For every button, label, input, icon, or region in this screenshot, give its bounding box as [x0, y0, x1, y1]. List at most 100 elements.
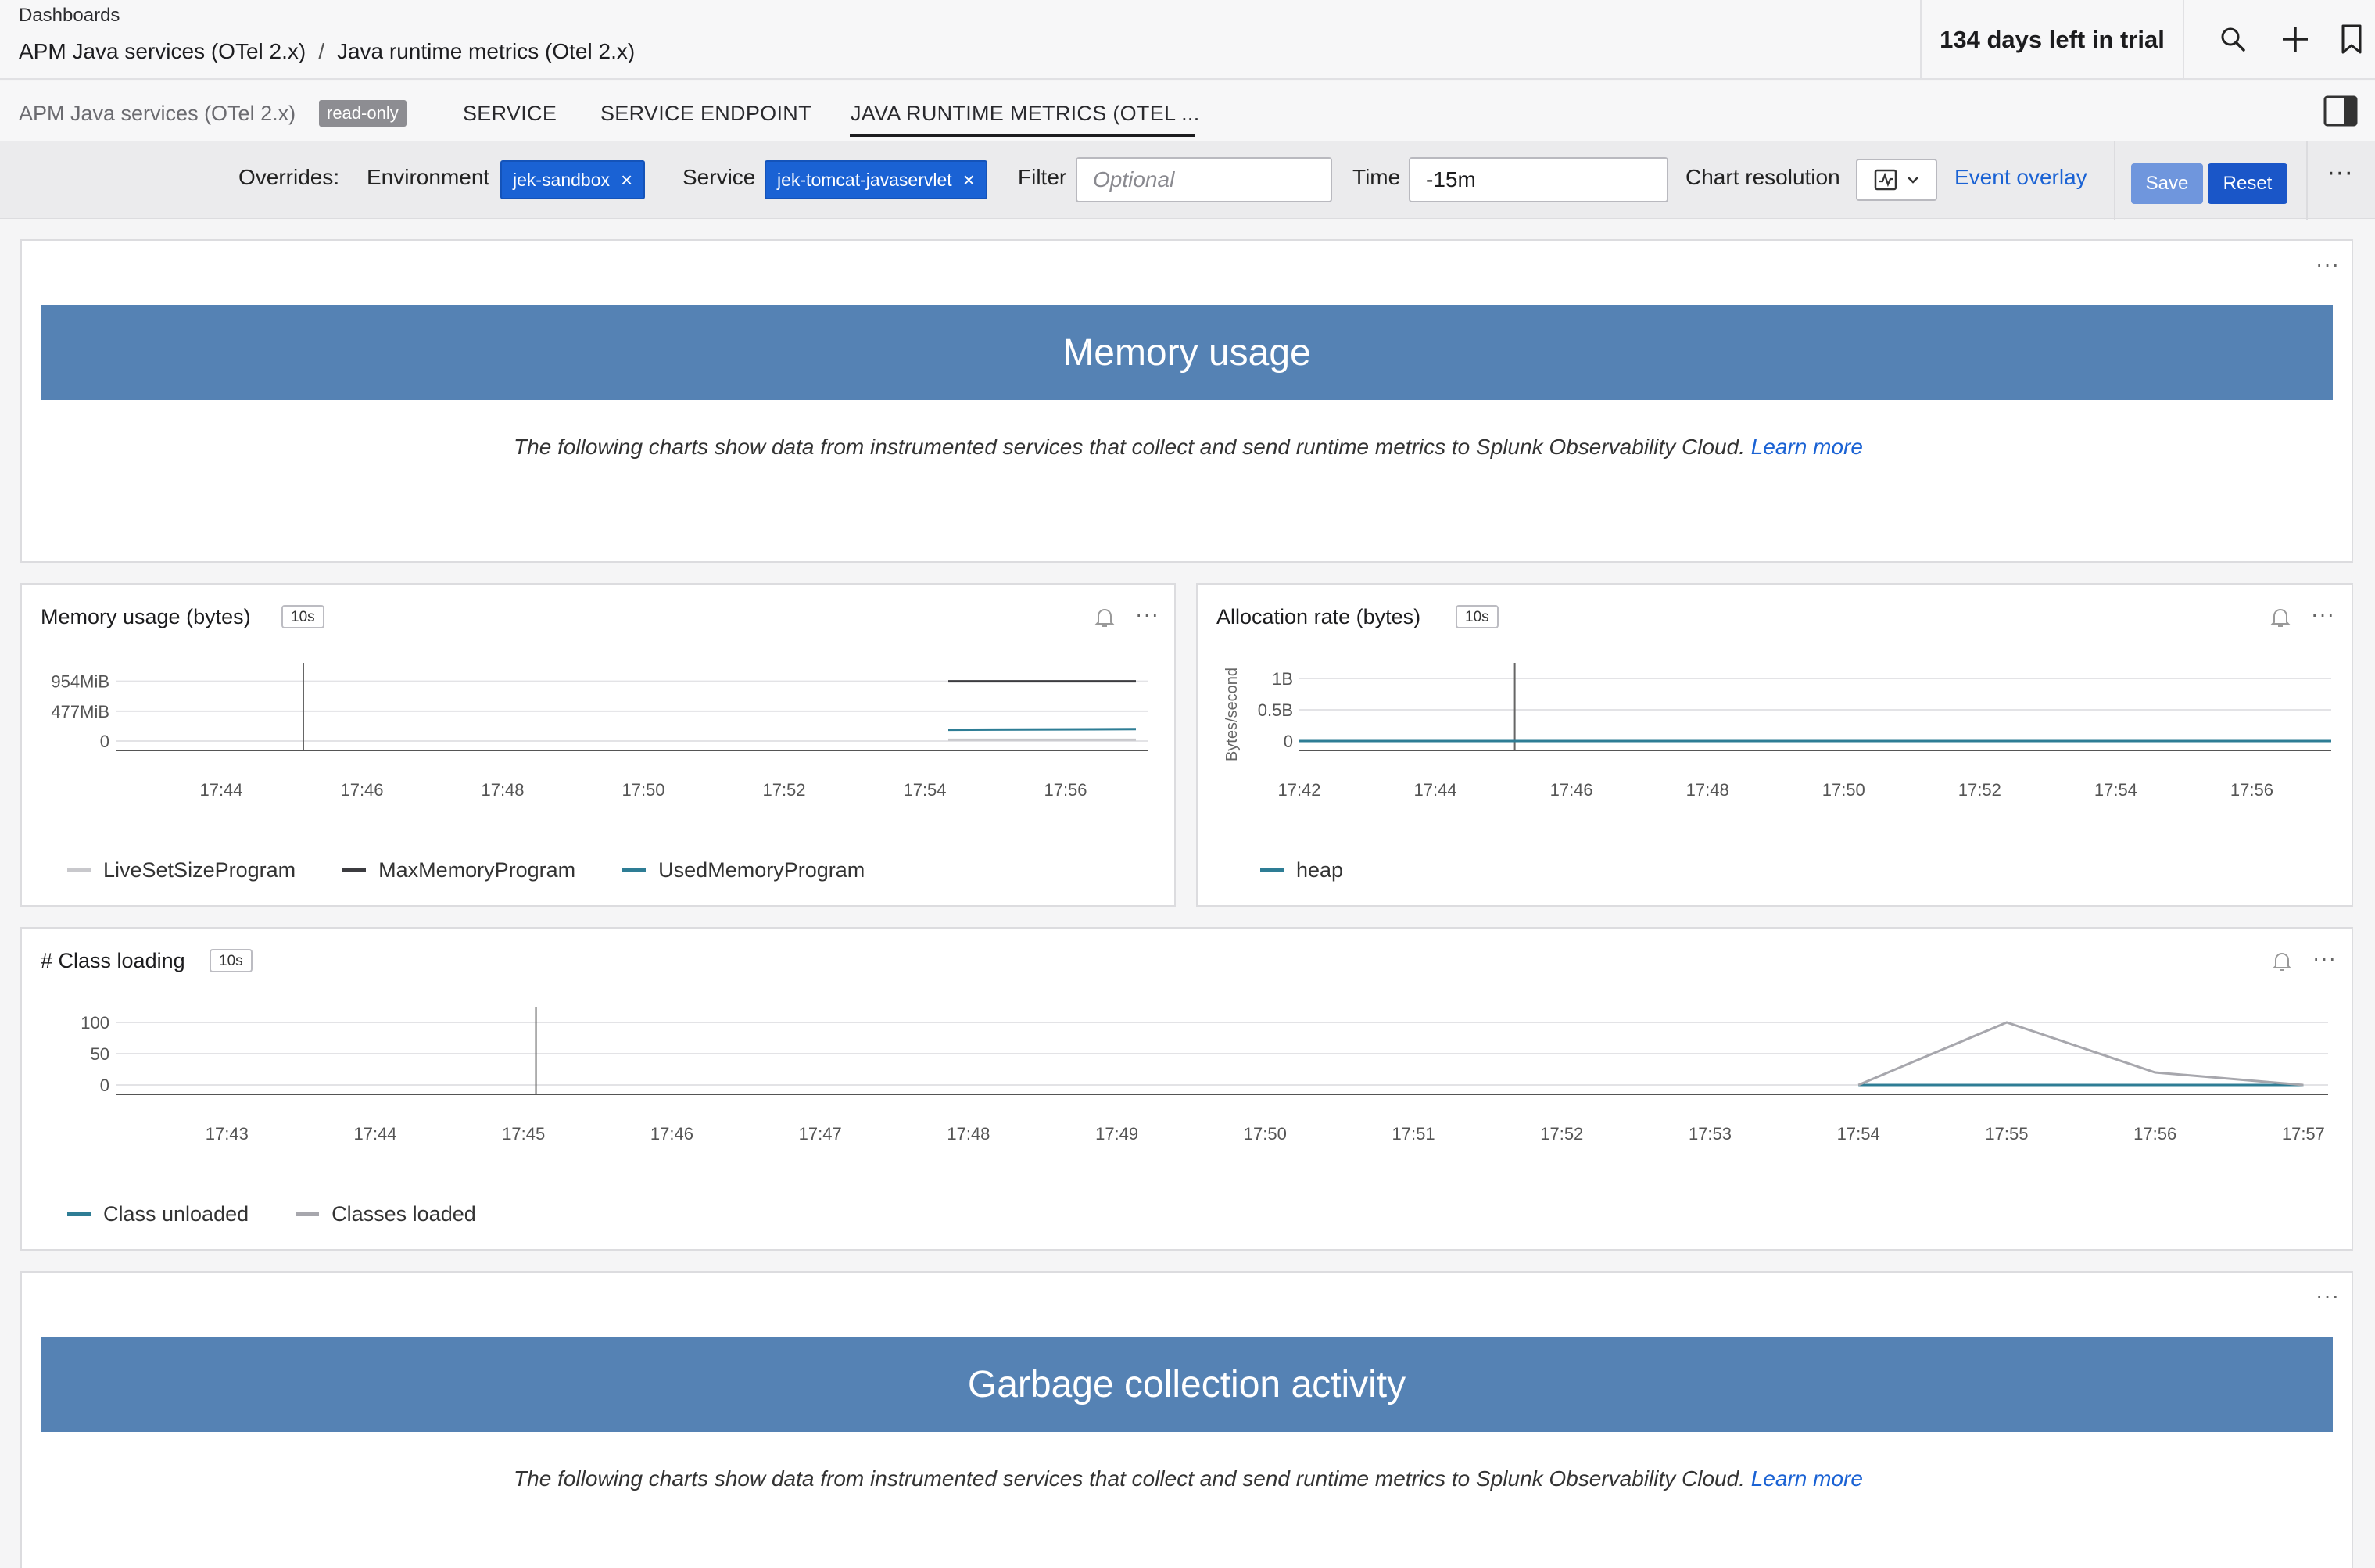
legend-swatch: [622, 868, 647, 872]
y-tick-label: 100: [81, 1013, 109, 1033]
chart-resolution-label: Chart resolution: [1685, 165, 1840, 189]
remove-environment-icon[interactable]: ×: [621, 168, 632, 192]
legend-label: Class unloaded: [103, 1202, 249, 1226]
tab-service[interactable]: SERVICE: [463, 102, 557, 126]
class-loading-plot: 0 50 100 17:43 17:44 17:45 17:46 17:47 17:48 17:4…: [81, 1007, 2328, 1144]
breadcrumb-separator: /: [318, 39, 324, 63]
learn-more-link[interactable]: Learn more: [1751, 435, 1863, 459]
search-icon[interactable]: [2211, 17, 2255, 61]
overrides-label: Overrides:: [238, 165, 340, 189]
legend-label: LiveSetSizeProgram: [103, 858, 296, 882]
chart-legend: Class unloaded Classes loaded: [67, 1202, 523, 1226]
tab-bar: APM Java services (OTel 2.x) read-only S…: [0, 81, 2375, 141]
x-tick-label: 17:43: [206, 1124, 249, 1144]
panel-more-icon[interactable]: ···: [2316, 252, 2340, 277]
dashboards-label[interactable]: Dashboards: [19, 5, 120, 27]
plus-icon[interactable]: [2273, 17, 2317, 61]
bookmark-icon[interactable]: [2334, 17, 2369, 61]
reset-button[interactable]: Reset: [2208, 163, 2287, 204]
remove-service-icon[interactable]: ×: [963, 168, 975, 192]
panel-more-icon[interactable]: ···: [2316, 1283, 2340, 1308]
filter-label: Filter: [1018, 165, 1067, 189]
x-tick-label: 17:48: [481, 780, 524, 800]
x-tick-label: 17:50: [1822, 780, 1865, 800]
legend-item[interactable]: Classes loaded: [296, 1202, 476, 1226]
legend-label: MaxMemoryProgram: [378, 858, 576, 882]
x-tick-label: 17:46: [650, 1124, 693, 1144]
legend-item[interactable]: UsedMemoryProgram: [622, 858, 865, 882]
legend-label: heap: [1296, 858, 1344, 882]
breadcrumb-group[interactable]: APM Java services (OTel 2.x): [19, 39, 306, 63]
x-tick-label: 17:56: [2133, 1124, 2176, 1144]
dashboard-group-name[interactable]: APM Java services (OTel 2.x): [19, 102, 296, 126]
y-tick-label: 0: [100, 732, 109, 751]
chart-resolution-select[interactable]: [1856, 159, 1937, 201]
alert-bell-icon[interactable]: [2272, 950, 2292, 976]
legend-item[interactable]: heap: [1260, 858, 1343, 882]
x-tick-label: 17:54: [1837, 1124, 1880, 1144]
x-tick-label: 17:54: [903, 780, 946, 800]
environment-value: jek-sandbox: [513, 169, 611, 190]
x-tick-label: 17:53: [1689, 1124, 1732, 1144]
x-tick-label: 17:54: [2094, 780, 2137, 800]
chart-more-icon[interactable]: ···: [2312, 946, 2337, 971]
more-options-icon[interactable]: ···: [2314, 157, 2366, 196]
x-tick-label: 17:52: [1958, 780, 2001, 800]
x-tick-label: 17:50: [622, 780, 664, 800]
section-banner: Garbage collection activity: [41, 1337, 2333, 1432]
alert-bell-icon[interactable]: [2270, 607, 2291, 632]
filter-input[interactable]: Optional: [1076, 157, 1332, 202]
legend-item[interactable]: Class unloaded: [67, 1202, 249, 1226]
x-tick-label: 17:52: [762, 780, 805, 800]
x-tick-label: 17:48: [947, 1124, 990, 1144]
x-tick-label: 17:56: [2230, 780, 2273, 800]
class-loading-chart-panel: # Class loading 10s ··· 0 50 100 17:43 17:44…: [20, 927, 2353, 1251]
chart-title[interactable]: Allocation rate (bytes): [1216, 605, 1420, 629]
tab-service-endpoint[interactable]: SERVICE ENDPOINT: [600, 102, 811, 126]
service-value: jek-tomcat-javaservlet: [777, 169, 952, 190]
x-tick-label: 17:52: [1540, 1124, 1583, 1144]
memory-section-panel: ··· Memory usage The following charts sh…: [20, 239, 2353, 563]
time-input[interactable]: -15m: [1409, 157, 1668, 202]
environment-chip[interactable]: jek-sandbox ×: [500, 160, 646, 199]
section-banner: Memory usage: [41, 305, 2333, 400]
legend-swatch: [67, 868, 91, 872]
event-overlay-link[interactable]: Event overlay: [1954, 165, 2087, 190]
chart-legend: heap: [1260, 858, 1390, 882]
read-only-badge: read-only: [319, 100, 407, 127]
x-tick-label: 17:51: [1392, 1124, 1435, 1144]
legend-swatch: [342, 868, 367, 872]
chart-title[interactable]: Memory usage (bytes): [41, 605, 251, 629]
y-tick-label: 0: [1284, 732, 1293, 751]
tab-java-runtime-metrics[interactable]: JAVA RUNTIME METRICS (OTEL ...: [851, 102, 1200, 126]
environment-label: Environment: [367, 165, 490, 189]
y-tick-label: 1B: [1272, 669, 1293, 689]
active-tab-indicator: [850, 134, 1195, 137]
legend-label: Classes loaded: [331, 1202, 476, 1226]
overrides-bar: Overrides: Environment jek-sandbox × Serv…: [0, 141, 2375, 220]
trial-status[interactable]: 134 days left in trial: [1920, 0, 2184, 80]
chart-more-icon[interactable]: ···: [2311, 602, 2335, 627]
memory-usage-plot: 0 477MiB 954MiB 17:44 17:46 17:48 17:50 17:52 17…: [51, 663, 1148, 800]
y-tick-label: 0.5B: [1258, 700, 1293, 720]
x-tick-label: 17:56: [1044, 780, 1087, 800]
save-button[interactable]: Save: [2131, 163, 2203, 204]
chart-more-icon[interactable]: ···: [1135, 602, 1159, 627]
x-tick-label: 17:48: [1686, 780, 1729, 800]
section-description: The following charts show data from inst…: [22, 1466, 2355, 1491]
chart-title[interactable]: # Class loading: [41, 949, 185, 973]
alert-bell-icon[interactable]: [1094, 607, 1115, 632]
sidebar-panel-icon[interactable]: [2323, 95, 2358, 127]
legend-item[interactable]: MaxMemoryProgram: [342, 858, 575, 882]
allocation-rate-chart-panel: Allocation rate (bytes) 10s ··· 0 0.5B 1B 1…: [1196, 583, 2353, 907]
memory-usage-chart-panel: Memory usage (bytes) 10s ··· 0 477MiB 954M…: [20, 583, 1176, 907]
learn-more-link[interactable]: Learn more: [1751, 1466, 1863, 1491]
top-bar: Dashboards APM Java services (OTel 2.x) /…: [0, 0, 2375, 80]
y-tick-label: 0: [100, 1076, 109, 1095]
x-tick-label: 17:57: [2282, 1124, 2325, 1144]
legend-swatch: [296, 1212, 320, 1216]
legend-item[interactable]: LiveSetSizeProgram: [67, 858, 296, 882]
chart-resolution-icon: [1874, 169, 1897, 191]
divider: [2306, 141, 2308, 220]
service-chip[interactable]: jek-tomcat-javaservlet ×: [765, 160, 987, 199]
